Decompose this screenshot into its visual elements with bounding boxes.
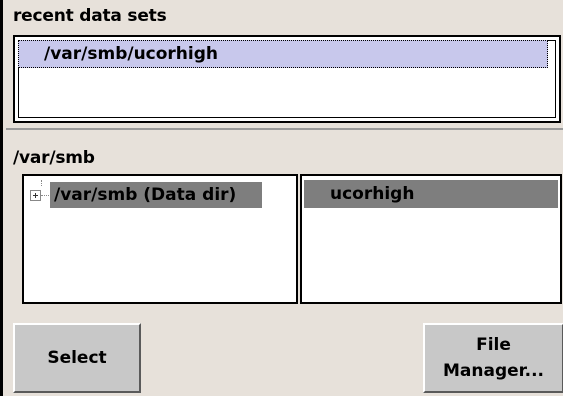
file-manager-label-line2: Manager... <box>443 361 544 381</box>
tree-node-label[interactable]: /var/smb (Data dir) <box>50 182 263 208</box>
tree-connector-line <box>41 194 49 196</box>
expand-plus-icon[interactable] <box>30 189 41 201</box>
select-button[interactable]: Select <box>13 323 141 393</box>
file-list[interactable]: ucorhigh <box>300 174 562 304</box>
tree-connector-line <box>41 180 42 186</box>
data-set-dialog: recent data sets /var/smb/ucorhigh /var/… <box>0 0 563 396</box>
file-manager-label-line1: File <box>476 335 511 355</box>
directory-tree[interactable]: /var/smb (Data dir) <box>22 174 298 304</box>
recent-data-sets-list[interactable]: /var/smb/ucorhigh <box>13 35 561 123</box>
file-manager-button[interactable]: File Manager... <box>423 323 563 393</box>
current-path-label: /var/smb <box>13 148 95 168</box>
tree-node-data-dir[interactable]: /var/smb (Data dir) <box>30 180 263 208</box>
section-divider <box>6 128 563 130</box>
file-list-item[interactable]: ucorhigh <box>304 180 558 208</box>
recent-data-set-item[interactable]: /var/smb/ucorhigh <box>18 40 548 68</box>
recent-data-sets-label: recent data sets <box>13 6 167 26</box>
